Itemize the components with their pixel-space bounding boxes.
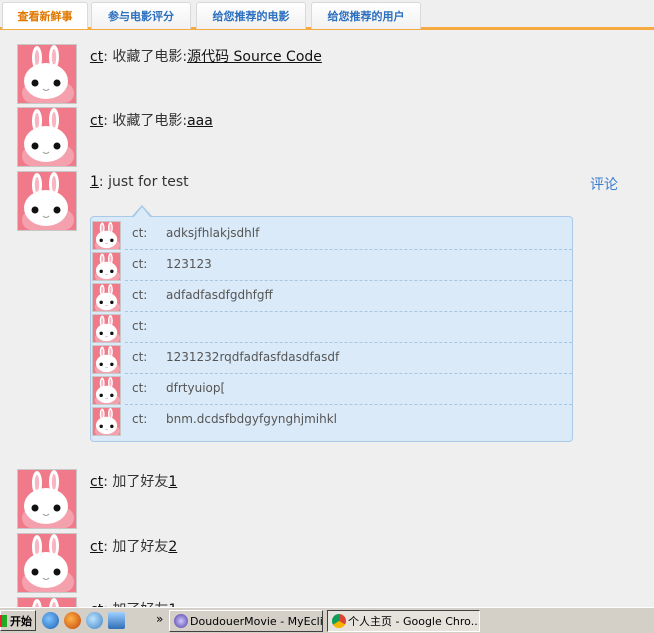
tab-fresh-news[interactable]: 查看新鲜事 [2, 2, 88, 29]
comment-avatar[interactable] [92, 314, 121, 343]
feed-item: ct: 加了好友1 [90, 471, 177, 491]
tab-recommended-movies[interactable]: 给您推荐的电影 [196, 2, 306, 29]
comment-text: adksjfhlakjsdhlf [166, 226, 260, 240]
feed-user-link[interactable]: 1 [90, 174, 99, 190]
window-label: DoudouerMovie - MyEclip... [190, 614, 323, 628]
firefox-icon[interactable] [64, 612, 81, 629]
avatar[interactable] [17, 171, 77, 231]
feed-item: ct: 收藏了电影:aaa [90, 110, 213, 130]
comment-row: ct: adfadfasdfgdhfgff [91, 281, 572, 312]
feed-user-link[interactable]: ct [90, 113, 103, 129]
taskbar-window-eclipse[interactable]: DoudouerMovie - MyEclip... [169, 610, 323, 632]
start-label: 开始 [10, 614, 32, 628]
comment-text: dfrtyuiop[ [166, 381, 226, 395]
tab-bar: 查看新鲜事 参与电影评分 给您推荐的电影 给您推荐的用户 [0, 0, 654, 30]
start-button[interactable]: 开始 [0, 610, 36, 631]
feed-object-link[interactable]: 2 [168, 539, 177, 555]
feed-action: : 收藏了电影: [103, 113, 188, 129]
comment-row: ct: 1231232rqdfadfasfdasdfasdf [91, 343, 572, 374]
feed-action: : just for test [98, 174, 189, 190]
avatar[interactable] [17, 44, 77, 104]
comment-row: ct: [91, 312, 572, 343]
eclipse-icon [174, 614, 188, 628]
bunny-avatar-icon [93, 222, 120, 249]
comment-list: ct: adksjfhlakjsdhlf ct: 123123 ct: adfa… [90, 216, 573, 442]
feed-item: ct: 收藏了电影:源代码 Source Code [90, 46, 322, 66]
comment-user[interactable]: ct: [132, 319, 147, 333]
comment-text: 1231232rqdfadfasfdasdfasdf [166, 350, 340, 364]
bunny-avatar-icon [93, 253, 120, 280]
desktop-icon[interactable] [108, 612, 125, 629]
chrome-icon [332, 614, 346, 628]
comment-avatar[interactable] [92, 376, 121, 405]
feed-user-link[interactable]: ct [90, 474, 103, 490]
avatar[interactable] [17, 533, 77, 593]
comment-user[interactable]: ct: [132, 226, 147, 240]
avatar[interactable] [17, 107, 77, 167]
comment-avatar[interactable] [92, 252, 121, 281]
tab-recommended-users[interactable]: 给您推荐的用户 [311, 2, 421, 29]
comment-text: 123123 [166, 257, 212, 271]
bunny-avatar-icon [18, 172, 76, 230]
taskbar-window-chrome[interactable]: 个人主页 - Google Chro... [327, 610, 480, 632]
comment-user[interactable]: ct: [132, 288, 147, 302]
comment-user[interactable]: ct: [132, 350, 147, 364]
comment-row: ct: 123123 [91, 250, 572, 281]
feed-user-link[interactable]: ct [90, 539, 103, 555]
taskbar: 开始 » DoudouerMovie - MyEclip... 个人主页 - G… [0, 607, 654, 633]
window-label: 个人主页 - Google Chro... [348, 615, 480, 628]
feed-item: ct: 加了好友2 [90, 536, 177, 556]
comment-text: adfadfasdfgdhfgff [166, 288, 273, 302]
comment-user[interactable]: ct: [132, 381, 147, 395]
ie-icon[interactable] [42, 612, 59, 629]
bunny-avatar-icon [93, 408, 120, 435]
comment-text: bnm.dcdsfbdgyfgynghjmihkl [166, 412, 338, 426]
comment-avatar[interactable] [92, 345, 121, 374]
avatar[interactable] [17, 469, 77, 529]
feed-action: : 收藏了电影: [103, 49, 188, 65]
bunny-avatar-icon [18, 534, 76, 592]
comment-avatar[interactable] [92, 407, 121, 436]
comment-row: ct: dfrtyuiop[ [91, 374, 572, 405]
feed-item: 1: just for test [90, 174, 189, 190]
windows-logo-icon [0, 615, 7, 627]
feed-object-link[interactable]: 1 [168, 474, 177, 490]
bunny-avatar-icon [18, 45, 76, 103]
comment-user[interactable]: ct: [132, 257, 147, 271]
bunny-avatar-icon [93, 284, 120, 311]
overflow-chevron-icon[interactable]: » [156, 612, 163, 626]
feed-action: : 加了好友 [103, 474, 169, 490]
comment-avatar[interactable] [92, 283, 121, 312]
feed-object-link[interactable]: 源代码 Source Code [187, 49, 322, 65]
feed-object-link[interactable]: aaa [187, 113, 213, 129]
feed-user-link[interactable]: ct [90, 49, 103, 65]
bunny-avatar-icon [93, 346, 120, 373]
comment-row: ct: adksjfhlakjsdhlf [91, 219, 572, 250]
app-icon[interactable] [86, 612, 103, 629]
comment-link[interactable]: 评论 [590, 174, 618, 194]
bunny-avatar-icon [93, 377, 120, 404]
comment-box-pointer-fill [134, 207, 150, 217]
bunny-avatar-icon [18, 108, 76, 166]
comment-user[interactable]: ct: [132, 412, 147, 426]
bunny-avatar-icon [18, 470, 76, 528]
comment-avatar[interactable] [92, 221, 121, 250]
comment-row: ct: bnm.dcdsfbdgyfgynghjmihkl [91, 405, 572, 436]
tab-rate-movies[interactable]: 参与电影评分 [91, 2, 191, 29]
feed-action: : 加了好友 [103, 539, 169, 555]
bunny-avatar-icon [93, 315, 120, 342]
